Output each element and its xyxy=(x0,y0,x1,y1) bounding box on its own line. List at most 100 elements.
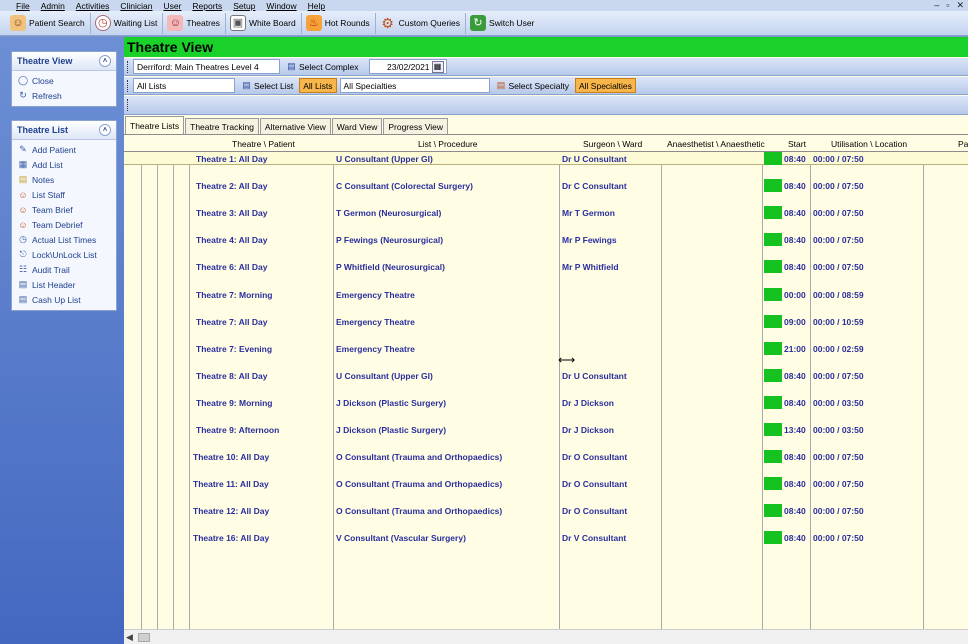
table-row[interactable]: Theatre 2: All Day C Consultant (Colorect… xyxy=(124,179,968,206)
close-link[interactable]: ◯ Close xyxy=(12,73,116,88)
list-cell: C Consultant (Colorectal Surgery) xyxy=(336,181,473,192)
notes-link[interactable]: ▤ Notes xyxy=(12,172,116,187)
list-header-link[interactable]: ▤ List Header xyxy=(12,277,116,292)
status-indicator xyxy=(764,423,782,436)
list-cell: T Germon (Neurosurgical) xyxy=(336,208,442,219)
audit-trail-link[interactable]: ☷ Audit Trail xyxy=(12,262,116,277)
white-board-button[interactable]: ▣ White Board xyxy=(226,12,302,34)
table-row[interactable]: Theatre 10: All Day O Consultant (Trauma … xyxy=(124,450,968,477)
minimize-icon[interactable]: – xyxy=(934,0,939,11)
col-utilisation-location[interactable]: Utilisation \ Location xyxy=(831,139,907,149)
close-window-icon[interactable]: ✕ xyxy=(956,0,964,11)
menu-file[interactable]: File xyxy=(16,1,30,11)
hot-rounds-button[interactable]: ♨ Hot Rounds xyxy=(302,12,376,34)
calendar-icon[interactable]: ▦ xyxy=(431,60,444,73)
utilisation-cell: 00:00 / 07:50 xyxy=(813,506,864,517)
menu-activities[interactable]: Activities xyxy=(76,1,110,11)
list-field[interactable]: All Lists xyxy=(133,78,235,93)
horizontal-scrollbar[interactable]: ◀ xyxy=(124,629,968,644)
col-theatre-patient[interactable]: Theatre \ Patient xyxy=(232,139,295,149)
list-cell: P Fewings (Neurosurgical) xyxy=(336,235,444,246)
switch-user-button[interactable]: ↻ Switch User xyxy=(466,13,539,34)
waiting-list-button[interactable]: ◷ Waiting List xyxy=(91,12,164,34)
table-row[interactable]: Theatre 1: All Day U Consultant (Upper GI… xyxy=(124,152,968,165)
list-cell: J Dickson (Plastic Surgery) xyxy=(336,397,447,408)
all-specialties-button[interactable]: All Specialties xyxy=(575,78,636,93)
menu-reports[interactable]: Reports xyxy=(192,1,222,11)
start-cell: 08:40 xyxy=(784,154,806,164)
actual-list-times-link[interactable]: ◷ Actual List Times xyxy=(12,232,116,247)
utilisation-cell: 00:00 / 07:50 xyxy=(813,479,864,490)
complex-field[interactable]: Derriford: Main Theatres Level 4 xyxy=(133,59,280,74)
tab-theatre-lists[interactable]: Theatre Lists xyxy=(125,116,185,134)
select-icon: ▤ xyxy=(242,80,251,90)
complex-filter-row: Derriford: Main Theatres Level 4 ▤ Selec… xyxy=(124,58,968,76)
status-indicator xyxy=(764,450,782,464)
add-patient-icon: ✎ xyxy=(19,144,27,154)
table-row[interactable]: Theatre 7: Evening Emergency Theatre 21:00… xyxy=(124,341,968,369)
table-row[interactable]: Theatre 11: All Day O Consultant (Trauma … xyxy=(124,477,968,504)
scroll-left-icon[interactable]: ◀ xyxy=(126,632,133,643)
surgeon-cell: Mr T Germon xyxy=(562,208,615,219)
all-lists-button[interactable]: All Lists xyxy=(299,78,337,93)
add-list-link[interactable]: ▦ Add List xyxy=(12,157,116,172)
menu-user[interactable]: User xyxy=(163,1,181,11)
menu-window[interactable]: Window xyxy=(266,1,296,11)
col-list-procedure[interactable]: List \ Procedure xyxy=(418,139,478,149)
team-brief-link[interactable]: ☺ Team Brief xyxy=(12,202,116,217)
collapse-up-icon[interactable]: ˄ xyxy=(99,55,111,67)
date-field[interactable]: 23/02/2021 ▦ xyxy=(368,59,447,74)
table-row[interactable]: Theatre 3: All Day T Germon (Neurosurgica… xyxy=(124,206,968,233)
col-anaesthetist[interactable]: Anaesthetist \ Anaesthetic xyxy=(667,139,765,149)
surgeon-cell: Dr O Consultant xyxy=(562,479,628,490)
col-start[interactable]: Start xyxy=(788,139,806,149)
collapse-up-icon[interactable]: ˄ xyxy=(99,124,111,136)
select-list-button[interactable]: ▤ Select List xyxy=(238,78,296,93)
menu-setup[interactable]: Setup xyxy=(233,1,255,11)
table-row[interactable]: Theatre 4: All Day P Fewings (Neurosurgic… xyxy=(124,233,968,260)
list-staff-link[interactable]: ☺ List Staff xyxy=(12,187,116,202)
table-row[interactable]: Theatre 6: All Day P Whitfield (Neurosurg… xyxy=(124,260,968,287)
patient-search-button[interactable]: ☺ Patient Search xyxy=(6,12,91,34)
notes-icon: ▤ xyxy=(18,174,28,184)
select-complex-button[interactable]: ▤ Select Complex xyxy=(283,59,362,74)
list-header-icon: ▤ xyxy=(18,279,28,289)
tab-theatre-tracking[interactable]: Theatre Tracking xyxy=(185,118,259,134)
menu-clinician[interactable]: Clinician xyxy=(120,1,152,11)
list-cell: Emergency Theatre xyxy=(336,343,415,354)
table-row[interactable]: Theatre 8: All Day U Consultant (Upper GI… xyxy=(124,368,968,396)
col-surgeon-ward[interactable]: Surgeon \ Ward xyxy=(583,139,642,149)
table-row[interactable]: Theatre 16: All Day V Consultant (Vascula… xyxy=(124,531,968,558)
team-debrief-link[interactable]: ☺ Team Debrief xyxy=(12,217,116,232)
status-indicator xyxy=(764,477,782,491)
specialty-field[interactable]: All Specialties xyxy=(339,78,490,93)
table-row[interactable]: Theatre 9: Afternoon J Dickson (Plastic S… xyxy=(124,423,968,450)
theatre-view-panel-header[interactable]: Theatre View ˄ xyxy=(12,52,116,71)
table-row[interactable]: Theatre 12: All Day O Consultant (Trauma … xyxy=(124,504,968,531)
tab-alternative-view[interactable]: Alternative View xyxy=(259,118,331,134)
menu-admin[interactable]: Admin xyxy=(41,1,65,11)
whiteboard-icon: ▣ xyxy=(229,15,246,31)
tab-progress-view[interactable]: Progress View xyxy=(383,118,448,134)
add-patient-link[interactable]: ✎ Add Patient xyxy=(12,142,116,157)
theatre-cell: Theatre 7: Evening xyxy=(196,343,273,354)
restore-icon[interactable]: ▫ xyxy=(946,0,949,11)
table-row[interactable]: Theatre 7: All Day Emergency Theatre 09:00… xyxy=(124,314,968,342)
col-pa[interactable]: Pa xyxy=(958,139,968,149)
status-indicator xyxy=(764,531,782,545)
tab-ward-view[interactable]: Ward View xyxy=(331,118,383,134)
table-row[interactable]: Theatre 9: Morning J Dickson (Plastic Sur… xyxy=(124,395,968,423)
start-cell: 13:40 xyxy=(784,425,806,435)
theatres-button[interactable]: ☺ Theatres xyxy=(163,12,226,34)
theatre-list-panel-header[interactable]: Theatre List ˄ xyxy=(12,121,116,140)
lock-unlock-list-link[interactable]: ⎋ Lock\UnLock List xyxy=(12,247,116,262)
refresh-link[interactable]: ↻ Refresh xyxy=(12,88,116,103)
cash-up-list-link[interactable]: ▤ Cash Up List xyxy=(12,292,116,307)
status-indicator xyxy=(764,287,782,301)
custom-queries-button[interactable]: ⚙ Custom Queries xyxy=(376,12,467,34)
menu-help[interactable]: Help xyxy=(308,1,325,11)
scroll-thumb[interactable] xyxy=(138,633,150,642)
staff-icon: ☺ xyxy=(18,189,28,200)
table-row[interactable]: Theatre 7: Morning Emergency Theatre 00:00… xyxy=(124,287,968,315)
select-specialty-button[interactable]: ▤ Select Specialty xyxy=(493,78,572,93)
